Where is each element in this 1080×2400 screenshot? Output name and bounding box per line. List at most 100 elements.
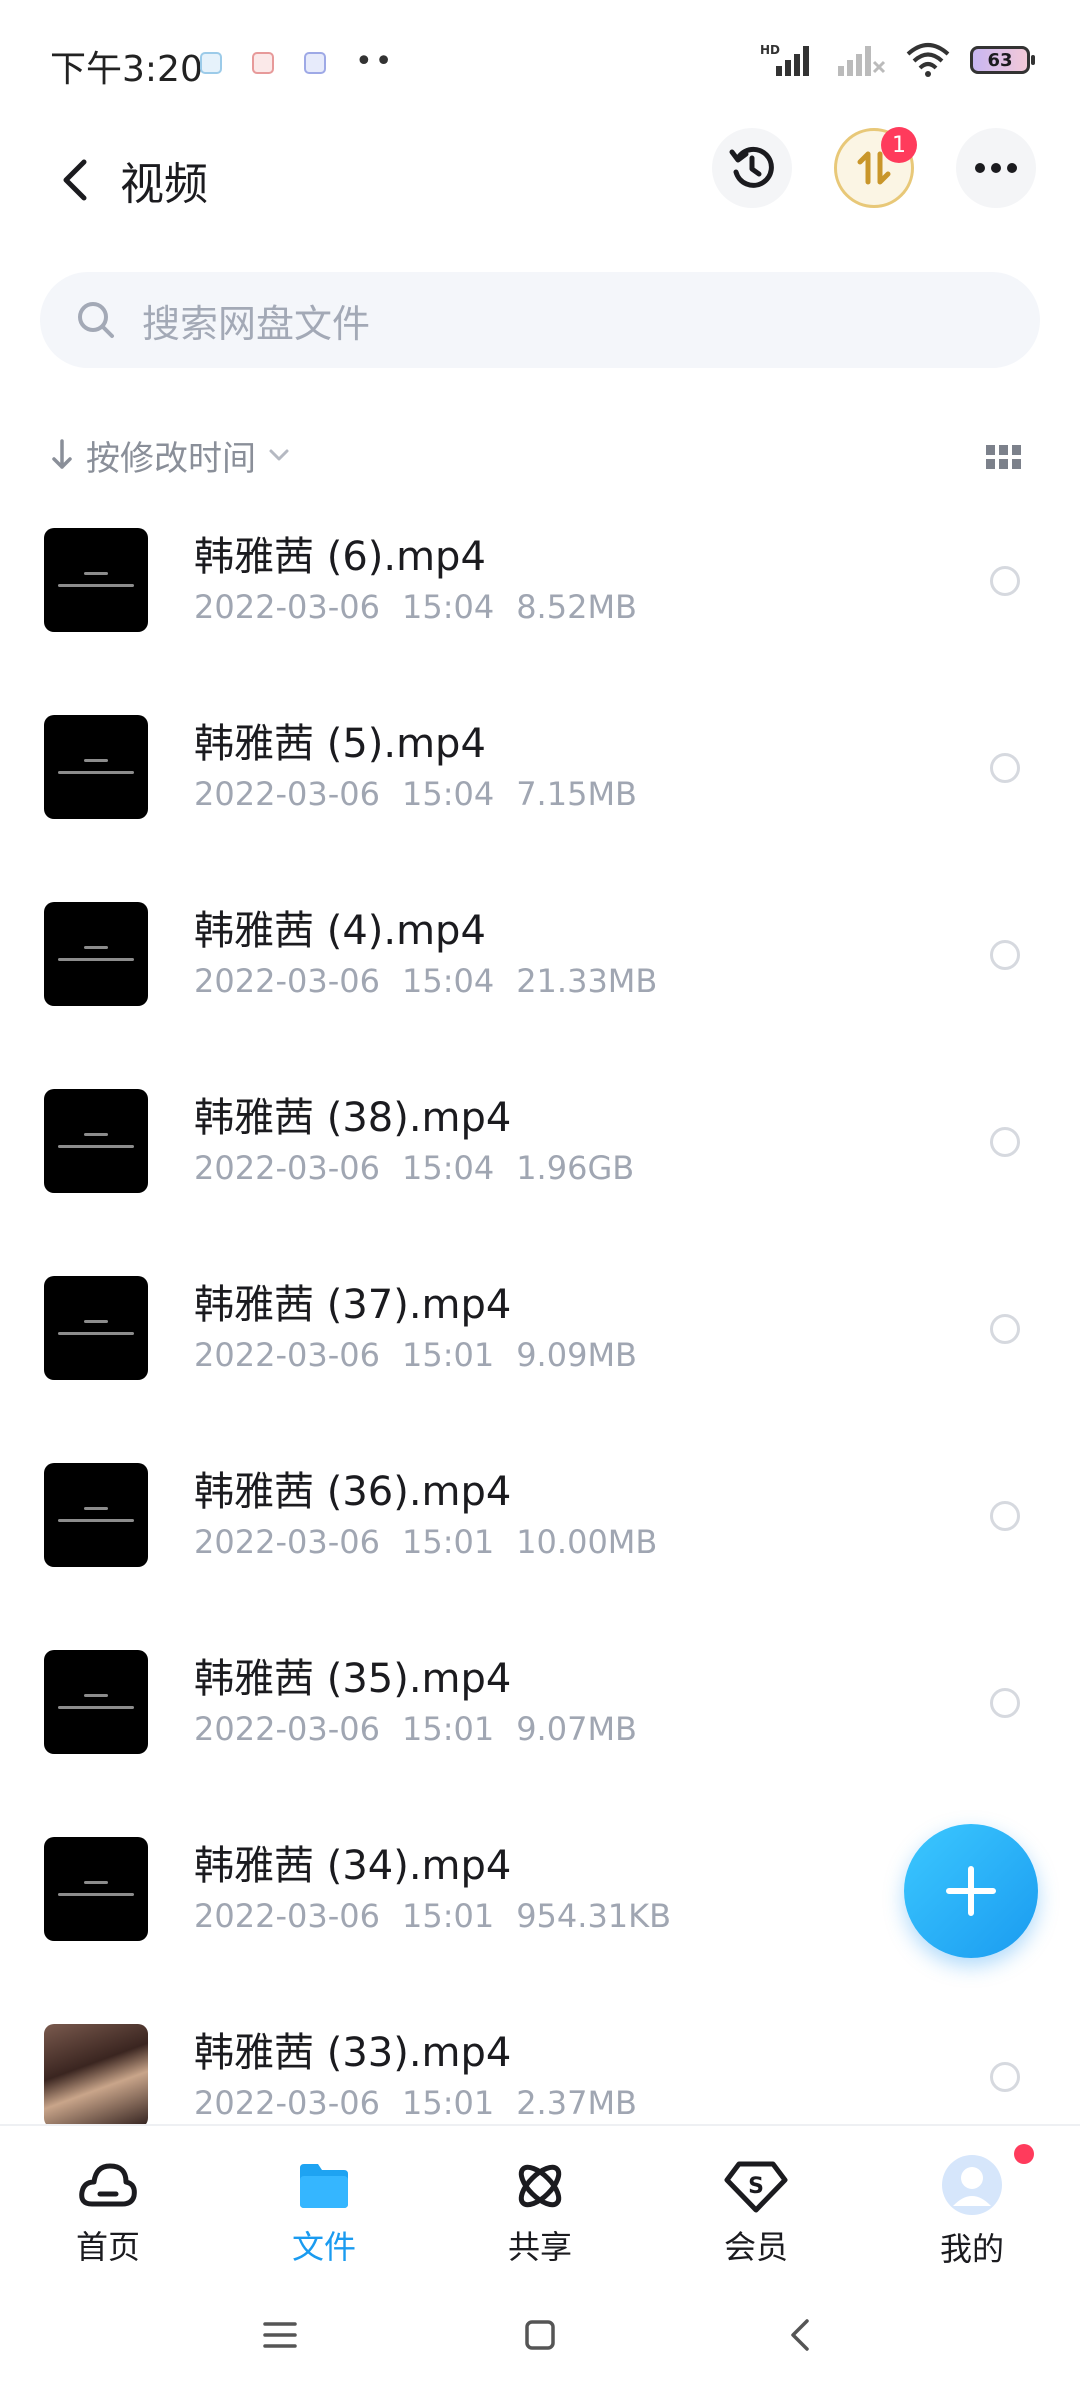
thumbnail-caption-line — [84, 759, 108, 762]
file-meta: 2022-03-06 15:01 9.07MB — [194, 1710, 659, 1748]
file-size: 9.09MB — [516, 1336, 637, 1374]
thumbnail-caption-line — [84, 1694, 108, 1697]
folder-icon — [300, 2164, 348, 2208]
file-date: 2022-03-06 — [194, 1897, 380, 1935]
home-button[interactable] — [500, 2295, 580, 2375]
thumbnail-caption-line — [84, 1133, 108, 1136]
thumbnail-caption-line — [84, 1881, 108, 1884]
file-date: 2022-03-06 — [194, 962, 380, 1000]
notification-icon — [200, 52, 222, 74]
nav-home[interactable]: 首页 — [0, 2126, 216, 2272]
thumbnail-caption-line — [84, 572, 108, 575]
back-button[interactable] — [40, 140, 110, 220]
thumbnail-caption-line — [84, 1507, 108, 1510]
file-row[interactable]: 韩雅茜 (35).mp4 2022-03-06 15:01 9.07MB — [0, 1622, 1080, 1809]
sort-label: 按修改时间 — [86, 438, 256, 479]
file-name: 韩雅茜 (4).mp4 — [194, 908, 486, 954]
thumbnail-caption-line — [84, 1320, 108, 1323]
chevron-down-icon — [269, 449, 289, 461]
grid-view-toggle[interactable] — [984, 438, 1024, 478]
select-radio[interactable] — [990, 753, 1020, 783]
file-name: 韩雅茜 (35).mp4 — [194, 1656, 512, 1702]
nav-share[interactable]: 共享 — [432, 2126, 648, 2272]
notification-icon — [304, 52, 326, 74]
history-button[interactable] — [712, 128, 792, 208]
file-meta: 2022-03-06 15:04 21.33MB — [194, 962, 679, 1000]
nav-label: 首页 — [75, 2228, 140, 2266]
file-time: 15:01 — [401, 2084, 495, 2122]
more-dots-icon — [975, 163, 1017, 173]
thumbnail-caption-line — [58, 958, 134, 961]
select-radio[interactable] — [990, 566, 1020, 596]
file-time: 15:04 — [401, 588, 495, 626]
select-radio[interactable] — [990, 1314, 1020, 1344]
back-arrow-icon — [63, 159, 87, 201]
recents-button[interactable] — [240, 2295, 320, 2375]
thumbnail-caption-line — [58, 1893, 134, 1896]
file-time: 15:01 — [401, 1523, 495, 1561]
diamond-s-icon: S — [724, 2161, 788, 2213]
nav-label: 我的 — [939, 2230, 1004, 2268]
select-radio[interactable] — [990, 940, 1020, 970]
nav-me[interactable]: 我的 — [864, 2126, 1080, 2272]
sort-selector[interactable]: 按修改时间 — [50, 430, 290, 480]
file-row[interactable]: 韩雅茜 (4).mp4 2022-03-06 15:04 21.33MB — [0, 874, 1080, 1061]
file-size: 21.33MB — [516, 962, 658, 1000]
file-meta: 2022-03-06 15:04 8.52MB — [194, 588, 659, 626]
file-size: 8.52MB — [516, 588, 637, 626]
grid-icon — [986, 445, 1021, 469]
file-time: 15:01 — [401, 1710, 495, 1748]
file-size: 7.15MB — [516, 775, 637, 813]
video-thumbnail — [44, 2024, 148, 2124]
file-meta: 2022-03-06 15:01 2.37MB — [194, 2084, 659, 2122]
file-name: 韩雅茜 (34).mp4 — [194, 1843, 512, 1889]
video-thumbnail — [44, 902, 148, 1006]
file-name: 韩雅茜 (5).mp4 — [194, 721, 486, 767]
file-time: 15:04 — [401, 1149, 495, 1187]
file-row[interactable]: 韩雅茜 (38).mp4 2022-03-06 15:04 1.96GB — [0, 1061, 1080, 1248]
search-input[interactable]: 搜索网盘文件 — [40, 272, 1040, 368]
select-radio[interactable] — [990, 1688, 1020, 1718]
file-row[interactable]: 韩雅茜 (37).mp4 2022-03-06 15:01 9.09MB — [0, 1248, 1080, 1435]
status-icons: HD 63 — [760, 40, 1035, 80]
file-date: 2022-03-06 — [194, 1710, 380, 1748]
video-thumbnail — [44, 1463, 148, 1567]
notification-icon — [252, 52, 274, 74]
thumbnail-caption-line — [84, 946, 108, 949]
plus-icon — [946, 1866, 996, 1916]
file-size: 1.96GB — [516, 1149, 635, 1187]
select-radio[interactable] — [990, 1127, 1020, 1157]
select-radio[interactable] — [990, 1501, 1020, 1531]
system-back-button[interactable] — [760, 2295, 840, 2375]
file-date: 2022-03-06 — [194, 588, 380, 626]
signal-off-icon — [838, 46, 886, 76]
file-meta: 2022-03-06 15:01 9.09MB — [194, 1336, 659, 1374]
search-icon — [78, 302, 114, 338]
thumbnail-caption-line — [58, 1145, 134, 1148]
file-time: 15:04 — [401, 962, 495, 1000]
battery-icon: 63 — [970, 46, 1035, 74]
add-button[interactable] — [904, 1824, 1038, 1958]
file-row[interactable]: 韩雅茜 (33).mp4 2022-03-06 15:01 2.37MB — [0, 1996, 1080, 2124]
more-options-button[interactable] — [956, 128, 1036, 208]
file-name: 韩雅茜 (36).mp4 — [194, 1469, 512, 1515]
signal-hd-icon: HD — [760, 43, 809, 76]
search-placeholder: 搜索网盘文件 — [142, 301, 371, 346]
select-radio[interactable] — [990, 2062, 1020, 2092]
file-row[interactable]: 韩雅茜 (36).mp4 2022-03-06 15:01 10.00MB — [0, 1435, 1080, 1622]
file-name: 韩雅茜 (6).mp4 — [194, 534, 486, 580]
file-row[interactable]: 韩雅茜 (5).mp4 2022-03-06 15:04 7.15MB — [0, 687, 1080, 874]
file-name: 韩雅茜 (37).mp4 — [194, 1282, 512, 1328]
status-time: 下午3:20 — [50, 49, 203, 90]
nav-vip[interactable]: S 会员 — [648, 2126, 864, 2272]
wifi-icon — [906, 43, 950, 77]
nav-files[interactable]: 文件 — [216, 2126, 432, 2272]
file-meta: 2022-03-06 15:04 7.15MB — [194, 775, 659, 813]
file-size: 9.07MB — [516, 1710, 637, 1748]
file-row[interactable]: 韩雅茜 (6).mp4 2022-03-06 15:04 8.52MB — [0, 500, 1080, 687]
transfer-button[interactable]: 1 — [834, 127, 917, 208]
cloud-home-icon — [79, 2163, 137, 2207]
file-meta: 2022-03-06 15:04 1.96GB — [194, 1149, 656, 1187]
video-thumbnail — [44, 1837, 148, 1941]
avatar-icon — [942, 2155, 1002, 2215]
